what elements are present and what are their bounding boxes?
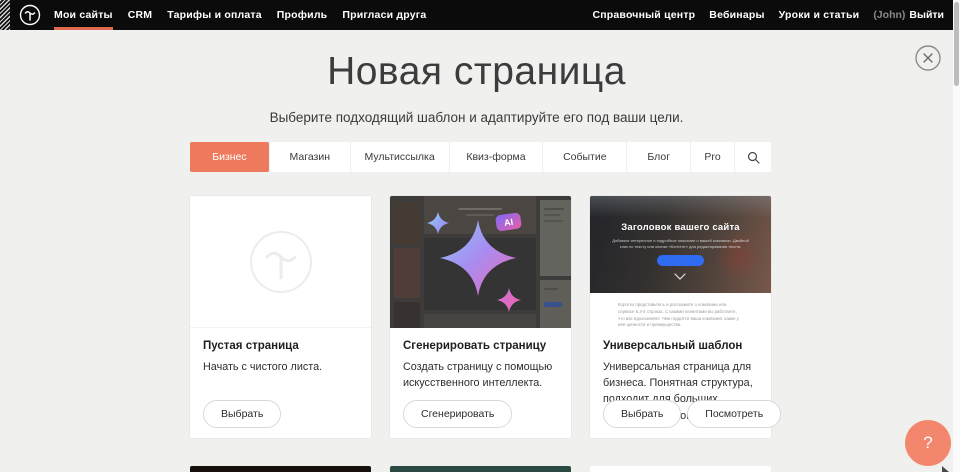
card-title: Сгенерировать страницу — [403, 340, 558, 352]
preview-template-button[interactable]: Посмотреть — [687, 400, 781, 428]
page-title: Новая страница — [0, 50, 953, 94]
ai-generate-preview[interactable]: AI — [390, 196, 571, 328]
tab-shop[interactable]: Магазин — [270, 142, 350, 172]
nav-invite-friend[interactable]: Пригласи друга — [342, 0, 426, 30]
tab-event[interactable]: Событие — [543, 142, 626, 172]
card-body: Пустая страница Начать с чистого листа. … — [190, 328, 371, 438]
next-row-card-partial[interactable] — [390, 466, 571, 472]
search-icon — [747, 151, 760, 164]
tab-business[interactable]: Бизнес — [190, 142, 269, 172]
card-title: Универсальный шаблон — [603, 340, 758, 352]
secondary-nav: Справочный центр Вебинары Уроки и статьи… — [592, 0, 944, 30]
template-category-tabs: Бизнес Магазин Мультиссылка Квиз-форма С… — [190, 142, 771, 172]
nav-tariffs[interactable]: Тарифы и оплата — [167, 0, 262, 30]
tab-multilink[interactable]: Мультиссылка — [351, 142, 449, 172]
card-body: Универсальный шаблон Универсальная стран… — [590, 328, 771, 438]
template-card-ai-generate: AI Сгенерировать страницу Создать страни… — [390, 196, 571, 438]
nav-webinars[interactable]: Вебинары — [709, 0, 764, 30]
card-title: Пустая страница — [203, 340, 358, 352]
tab-quiz-form[interactable]: Квиз-форма — [450, 142, 543, 172]
template-card-blank-page: Пустая страница Начать с чистого листа. … — [190, 196, 371, 438]
template-body-text: Коротко представьтесь и расскажите о ком… — [618, 302, 744, 328]
tab-search[interactable] — [735, 142, 771, 172]
template-hero-heading: Заголовок вашего сайта — [590, 222, 771, 233]
edge-pattern-decoration — [0, 0, 10, 30]
scrollbar-thumb[interactable] — [954, 2, 959, 86]
tilda-logo-watermark-icon — [248, 229, 314, 295]
tab-blog[interactable]: Блог — [627, 142, 690, 172]
user-name: (John) — [873, 9, 905, 21]
next-row-card-partial[interactable] — [190, 466, 371, 472]
nav-help-center[interactable]: Справочный центр — [592, 0, 695, 30]
card-description: Создать страницу с помощью искусственног… — [403, 359, 558, 391]
help-button[interactable]: ? — [905, 420, 951, 466]
generate-button[interactable]: Сгенерировать — [403, 400, 512, 428]
template-hero-subheading: Добавьте интересное и подробное описание… — [608, 238, 753, 251]
question-icon: ? — [923, 433, 932, 453]
top-navigation-bar: Мои сайты CRM Тарифы и оплата Профиль Пр… — [0, 0, 960, 30]
template-hero-button — [657, 255, 704, 266]
scrollbar-track[interactable] — [953, 0, 960, 472]
ai-badge-label: AI — [503, 217, 513, 228]
page-subtitle: Выберите подходящий шаблон и адаптируйте… — [0, 110, 953, 125]
primary-nav: Мои сайты CRM Тарифы и оплата Профиль Пр… — [54, 0, 426, 30]
mouse-cursor-icon — [941, 463, 950, 472]
card-description: Начать с чистого листа. — [203, 359, 358, 375]
nav-crm[interactable]: CRM — [128, 0, 153, 30]
template-card-universal: Заголовок вашего сайта Добавьте интересн… — [590, 196, 771, 438]
choose-template-button[interactable]: Выбрать — [603, 400, 681, 428]
blank-page-preview[interactable] — [190, 196, 371, 328]
tilda-logo-icon[interactable] — [19, 4, 41, 26]
nav-lessons[interactable]: Уроки и статьи — [779, 0, 860, 30]
tab-pro[interactable]: Pro — [691, 142, 734, 172]
choose-blank-button[interactable]: Выбрать — [203, 400, 281, 428]
chevron-down-icon — [674, 272, 686, 282]
template-hero: Заголовок вашего сайта Добавьте интересн… — [590, 196, 771, 293]
nav-my-sites[interactable]: Мои сайты — [54, 0, 113, 30]
user-area: (John) Выйти — [873, 0, 944, 30]
template-body-section: Коротко представьтесь и расскажите о ком… — [590, 293, 771, 328]
app-window: Мои сайты CRM Тарифы и оплата Профиль Пр… — [0, 0, 960, 472]
card-body: Сгенерировать страницу Создать страницу … — [390, 328, 571, 438]
next-row-card-partial[interactable] — [590, 466, 771, 472]
logout-link[interactable]: Выйти — [909, 9, 944, 21]
ai-sparkle-icon: AI — [390, 196, 571, 328]
nav-profile[interactable]: Профиль — [277, 0, 328, 30]
universal-template-preview[interactable]: Заголовок вашего сайта Добавьте интересн… — [590, 196, 771, 328]
